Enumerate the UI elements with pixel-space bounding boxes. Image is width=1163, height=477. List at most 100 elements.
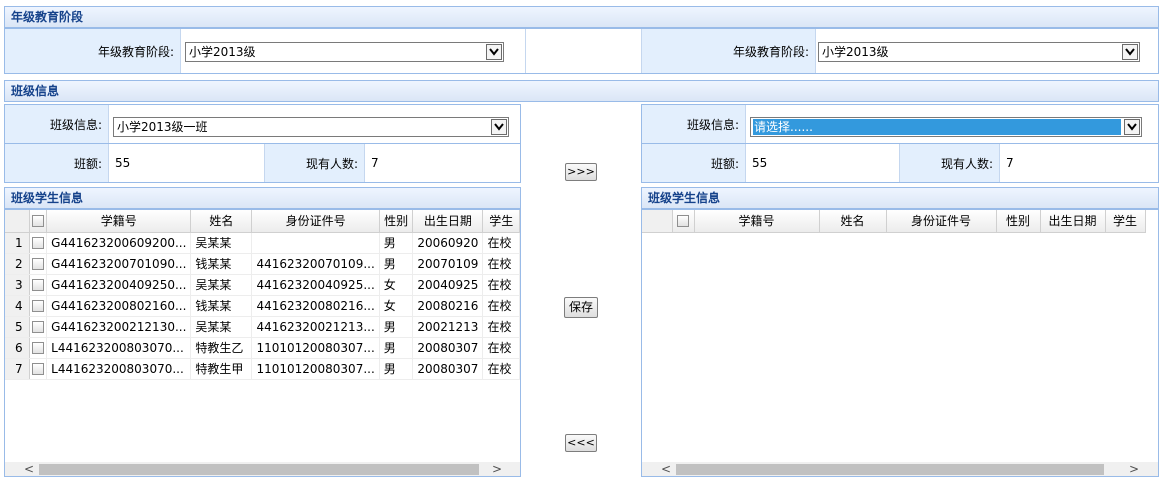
chevron-down-icon[interactable] [1124, 119, 1140, 135]
row-number: 7 [5, 358, 30, 380]
cell-name: 钱某某 [190, 295, 253, 317]
cell-sid: G441623200409250... [46, 274, 192, 296]
row-checkbox[interactable] [29, 253, 48, 275]
class-right-row1: 班级信息: 请选择...... [641, 104, 1159, 144]
cell-birth: 20021213 [412, 316, 484, 338]
col-header-sid[interactable]: 学籍号 [694, 210, 820, 233]
cell-idno: 44162320080216... [251, 295, 380, 317]
select-all-checkbox[interactable] [29, 210, 48, 233]
row-checkbox[interactable] [29, 295, 48, 317]
scroll-right-icon[interactable]: > [1126, 462, 1142, 476]
cell-status: 在校 [482, 253, 520, 275]
col-header-name[interactable]: 姓名 [190, 210, 253, 233]
checkbox-icon[interactable] [31, 258, 44, 270]
checkbox-icon[interactable] [31, 215, 44, 228]
students-right-hscroll[interactable]: < > [642, 462, 1158, 476]
row-checkbox[interactable] [29, 316, 48, 338]
row-number: 6 [5, 337, 30, 359]
scroll-left-icon[interactable]: < [21, 462, 37, 476]
select-all-checkbox[interactable] [672, 210, 695, 233]
students-left-header: 班级学生信息 [4, 187, 521, 209]
class-left-select[interactable]: 小学2013级一班 [113, 117, 509, 137]
row-number: 3 [5, 274, 30, 296]
grade-left-select[interactable]: 小学2013级 [185, 42, 504, 62]
row-number: 1 [5, 232, 30, 254]
table-row[interactable]: 1 G441623200609200... 吴某某 男 20060920 在校 [5, 232, 520, 254]
class-right-label: 班级信息: [642, 105, 746, 143]
grade-left-label: 年级教育阶段: [5, 29, 181, 73]
chevron-down-icon[interactable] [486, 44, 502, 60]
col-header-sex[interactable]: 性别 [379, 210, 414, 233]
students-right-table: 学籍号 姓名 身份证件号 性别 出生日期 学生 [642, 210, 1146, 233]
cell-status: 在校 [482, 358, 520, 380]
table-row[interactable]: 4 G441623200802160... 钱某某 44162320080216...… [5, 295, 520, 317]
row-number: 5 [5, 316, 30, 338]
cell-sid: L441623200803070... [46, 358, 192, 380]
cell-birth: 20080216 [412, 295, 484, 317]
cell-sex: 女 [379, 295, 414, 317]
class-left-row1: 班级信息: 小学2013级一班 [4, 104, 521, 144]
rownum-header [642, 210, 673, 233]
move-right-button[interactable]: >>> [565, 163, 597, 181]
row-number: 2 [5, 253, 30, 275]
table-row[interactable]: 2 G441623200701090... 钱某某 44162320070109...… [5, 253, 520, 275]
grade-panel-header: 年级教育阶段 [4, 6, 1159, 28]
col-header-idno[interactable]: 身份证件号 [886, 210, 997, 233]
table-row[interactable]: 7 L441623200803070... 特教生甲 11010120080307..… [5, 358, 520, 380]
class-left-row2: 班额: 55 现有人数: 7 [4, 143, 521, 183]
grade-left-cell: 小学2013级 [181, 29, 526, 73]
cell-idno: 44162320070109... [251, 253, 380, 275]
row-checkbox[interactable] [29, 274, 48, 296]
row-checkbox[interactable] [29, 358, 48, 380]
students-left-hscroll[interactable]: < > [5, 462, 520, 476]
cell-name: 吴某某 [190, 316, 253, 338]
students-right-header: 班级学生信息 [641, 187, 1159, 209]
checkbox-icon[interactable] [31, 279, 44, 291]
chevron-down-icon[interactable] [1122, 44, 1138, 60]
current-left-label: 现有人数: [265, 144, 365, 182]
cell-name: 钱某某 [190, 253, 253, 275]
checkbox-icon[interactable] [31, 342, 44, 354]
table-header-row: 学籍号 姓名 身份证件号 性别 出生日期 学生 [642, 210, 1146, 233]
cell-birth: 20070109 [412, 253, 484, 275]
scroll-thumb[interactable] [39, 464, 479, 475]
col-header-name[interactable]: 姓名 [819, 210, 887, 233]
col-header-status[interactable]: 学生 [482, 210, 520, 233]
checkbox-icon[interactable] [31, 321, 44, 333]
cell-sex: 男 [379, 253, 414, 275]
cell-sid: L441623200803070... [46, 337, 192, 359]
class-right-select-value: 请选择...... [753, 119, 1121, 135]
col-header-status[interactable]: 学生 [1105, 210, 1146, 233]
grade-right-select[interactable]: 小学2013级 [818, 42, 1140, 62]
checkbox-icon[interactable] [31, 300, 44, 312]
chevron-down-icon[interactable] [491, 119, 507, 135]
checkbox-icon[interactable] [31, 363, 44, 375]
table-row[interactable]: 5 G441623200212130... 吴某某 44162320021213...… [5, 316, 520, 338]
cell-sex: 男 [379, 337, 414, 359]
table-row[interactable]: 6 L441623200803070... 特教生乙 11010120080307..… [5, 337, 520, 359]
table-row[interactable]: 3 G441623200409250... 吴某某 44162320040925...… [5, 274, 520, 296]
scroll-thumb[interactable] [676, 464, 1104, 475]
save-button[interactable]: 保存 [564, 297, 598, 318]
row-checkbox[interactable] [29, 337, 48, 359]
col-header-sex[interactable]: 性别 [996, 210, 1041, 233]
col-header-birth[interactable]: 出生日期 [412, 210, 484, 233]
scroll-right-icon[interactable]: > [489, 462, 505, 476]
cell-sid: G441623200212130... [46, 316, 192, 338]
checkbox-icon[interactable] [677, 215, 689, 228]
cell-name: 特教生乙 [190, 337, 253, 359]
cell-birth: 20080307 [412, 337, 484, 359]
grade-left-select-value: 小学2013级 [189, 45, 256, 59]
grade-middle-cell [526, 29, 642, 73]
class-right-select[interactable]: 请选择...... [750, 117, 1142, 137]
scroll-left-icon[interactable]: < [658, 462, 674, 476]
cell-idno: 11010120080307... [251, 337, 380, 359]
cell-idno [251, 232, 380, 254]
col-header-idno[interactable]: 身份证件号 [251, 210, 380, 233]
cell-sid: G441623200802160... [46, 295, 192, 317]
checkbox-icon[interactable] [31, 237, 44, 249]
col-header-sid[interactable]: 学籍号 [46, 210, 192, 233]
row-checkbox[interactable] [29, 232, 48, 254]
move-left-button[interactable]: <<< [565, 434, 597, 452]
col-header-birth[interactable]: 出生日期 [1040, 210, 1106, 233]
